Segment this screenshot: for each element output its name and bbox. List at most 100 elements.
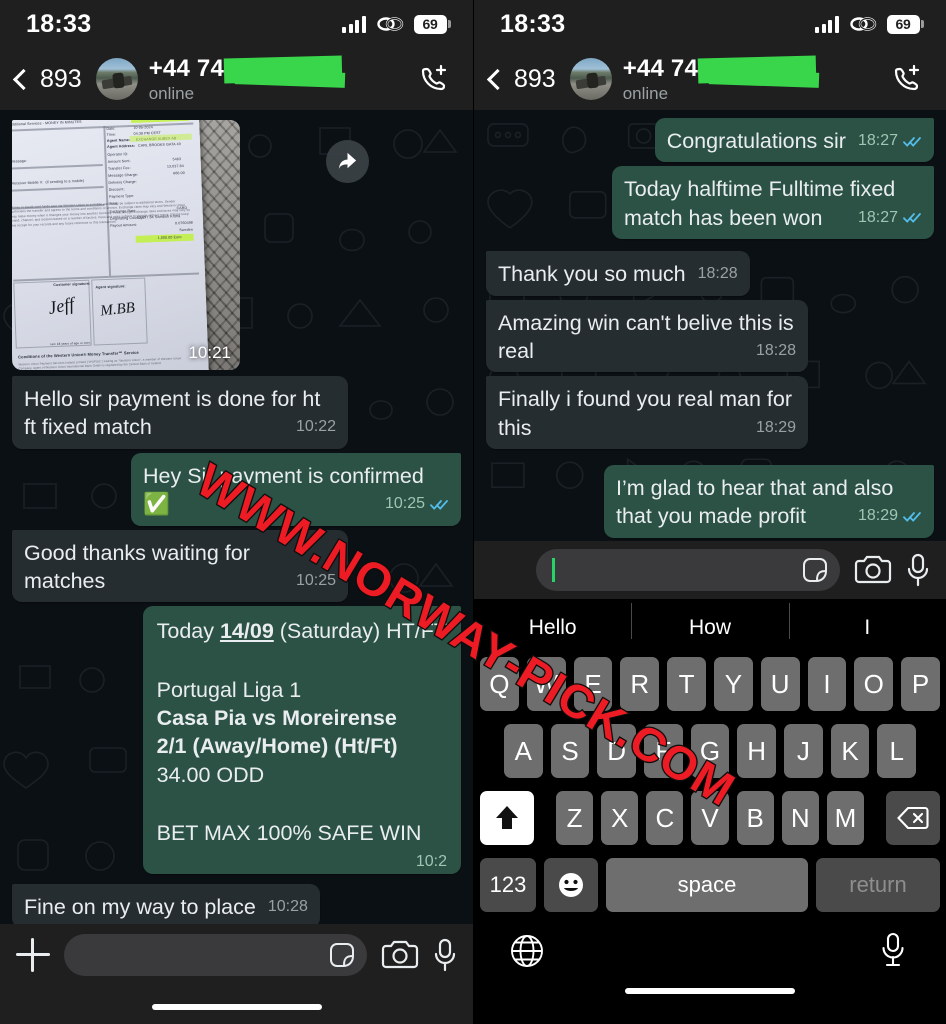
key-d[interactable]: D: [597, 724, 636, 778]
key-j[interactable]: J: [784, 724, 823, 778]
return-key[interactable]: return: [816, 858, 940, 912]
plus-icon[interactable]: [16, 938, 50, 972]
chat-body-left[interactable]: Additional Services - MONEY IN MINUTES 2…: [0, 110, 473, 1024]
receipt-receiver-note: (if sending to a mobile): [45, 178, 85, 185]
status-indicators: 69: [815, 14, 924, 34]
message-time: 18:28: [697, 265, 738, 283]
key-a[interactable]: A: [503, 724, 543, 778]
composer-left: [0, 924, 473, 1024]
key-q[interactable]: Q: [480, 657, 519, 711]
message-bubble-incoming[interactable]: Good thanks waiting for matches 10:25: [12, 529, 348, 603]
microphone-icon[interactable]: [433, 938, 457, 972]
key-w[interactable]: W: [526, 657, 566, 711]
key-x[interactable]: X: [601, 791, 639, 845]
message-bubble-outgoing[interactable]: I’m glad to hear that and also that you …: [604, 465, 934, 538]
key-v[interactable]: V: [691, 791, 729, 845]
back-button[interactable]: 893: [484, 65, 556, 94]
key-c[interactable]: C: [646, 791, 684, 845]
backspace-key[interactable]: [885, 791, 940, 845]
microphone-icon[interactable]: [906, 553, 930, 587]
status-time: 18:33: [26, 9, 92, 38]
message-time: 10:25: [295, 571, 336, 589]
key-y[interactable]: Y: [714, 657, 753, 711]
numeric-key[interactable]: 123: [480, 858, 536, 912]
key-g[interactable]: G: [690, 724, 730, 778]
home-indicator: [151, 1004, 322, 1010]
receipt-amount-label: Amount Sent:: [107, 158, 131, 164]
message-bubble-outgoing[interactable]: Hey Sir payment is confirmed ✅ 10:25: [131, 452, 461, 526]
contact-info[interactable]: +44 74 75 online: [623, 55, 884, 104]
message-meta: 18:28: [698, 265, 738, 283]
receipt-transfer-value: 13,037.84: [166, 163, 184, 169]
phone-add-icon[interactable]: [411, 57, 455, 101]
tip-spacer: [157, 646, 447, 676]
status-indicators: 69: [342, 14, 451, 34]
key-i[interactable]: I: [807, 657, 847, 711]
message-meta: 10:25: [296, 572, 336, 590]
microphone-icon[interactable]: [880, 932, 906, 968]
key-p[interactable]: P: [901, 657, 940, 711]
receipt-photo: Additional Services - MONEY IN MINUTES 2…: [12, 120, 240, 370]
message-row-image: Additional Services - MONEY IN MINUTES 2…: [0, 116, 473, 374]
message-bubble-outgoing[interactable]: Today halftime Fulltime fixed match has …: [612, 166, 934, 240]
betting-tip-bubble[interactable]: Today 14/09 (Saturday) HT/FT Portugal Li…: [142, 606, 461, 874]
chevron-left-icon: [12, 68, 35, 90]
message-bubble-outgoing[interactable]: Congratulations sir 18:27: [654, 118, 934, 163]
shift-up-arrow-icon: [496, 806, 518, 829]
key-o[interactable]: O: [854, 657, 894, 711]
message-row: I’m glad to hear that and also that you …: [474, 451, 946, 540]
shift-key[interactable]: [480, 791, 534, 845]
emoji-key[interactable]: [544, 858, 598, 912]
key-u[interactable]: U: [760, 657, 800, 711]
image-message-bubble[interactable]: Additional Services - MONEY IN MINUTES 2…: [12, 120, 240, 370]
forward-arrow-icon[interactable]: [326, 140, 369, 183]
message-row: Amazing win can't belive this is real 18…: [474, 298, 946, 375]
contact-info[interactable]: +44 74 75 online: [149, 55, 411, 104]
message-input[interactable]: [536, 549, 840, 591]
globe-language-icon[interactable]: [510, 934, 544, 968]
tip-fixture: Casa Pia vs Moreirense: [156, 706, 397, 730]
key-t[interactable]: T: [667, 657, 706, 711]
message-input[interactable]: [64, 934, 367, 976]
avatar[interactable]: [569, 58, 612, 100]
sticker-icon[interactable]: [802, 557, 828, 583]
emoji-smiley-icon: [559, 873, 583, 897]
message-bubble-incoming[interactable]: Amazing win can't belive this is real 18…: [486, 299, 808, 373]
space-key[interactable]: space: [606, 858, 808, 912]
read-receipt-double-check-icon: [903, 211, 922, 224]
key-h[interactable]: H: [737, 724, 777, 778]
message-bubble-incoming[interactable]: Finally i found you real man for this 18…: [486, 376, 808, 449]
key-l[interactable]: L: [877, 724, 917, 778]
receipt-discount-label: Discount:: [108, 187, 125, 192]
receipt-message-label: Message:: [12, 158, 28, 164]
phone-add-icon[interactable]: [884, 57, 928, 101]
message-bubble-incoming[interactable]: Hello sir payment is done for ht ft fixe…: [12, 376, 348, 449]
tip-line-today: Today 14/09 (Saturday) HT/FT: [156, 619, 447, 644]
key-r[interactable]: R: [620, 657, 660, 711]
sticker-icon[interactable]: [329, 942, 355, 968]
receipt-agent-address-label: Agent Address:: [107, 143, 136, 149]
camera-icon[interactable]: [381, 939, 419, 971]
message-list-left: Additional Services - MONEY IN MINUTES 2…: [0, 110, 473, 1024]
key-b[interactable]: B: [736, 791, 774, 845]
key-m[interactable]: M: [826, 791, 864, 845]
avatar[interactable]: [95, 58, 138, 100]
key-k[interactable]: K: [830, 724, 870, 778]
presence-status: online: [148, 83, 195, 103]
key-e[interactable]: E: [573, 657, 613, 711]
key-z[interactable]: Z: [556, 791, 594, 845]
camera-icon[interactable]: [854, 554, 892, 586]
tip-odd: 34.00 ODD: [156, 762, 265, 787]
message-bubble-incoming[interactable]: Thank you so much 18:28: [486, 251, 750, 296]
key-f[interactable]: F: [644, 724, 683, 778]
key-n[interactable]: N: [781, 791, 819, 845]
message-meta: 10:25: [385, 495, 449, 513]
prediction-0[interactable]: Hello: [474, 616, 631, 640]
backspace-delete-icon: [897, 806, 929, 830]
message-row: Fine on my way to place 10:28: [0, 876, 473, 930]
back-button[interactable]: 893: [10, 65, 82, 94]
prediction-2[interactable]: I: [788, 603, 946, 640]
key-s[interactable]: S: [550, 724, 590, 778]
prediction-1[interactable]: How: [631, 603, 788, 640]
message-bubble-incoming[interactable]: Fine on my way to place 10:28: [12, 883, 320, 928]
